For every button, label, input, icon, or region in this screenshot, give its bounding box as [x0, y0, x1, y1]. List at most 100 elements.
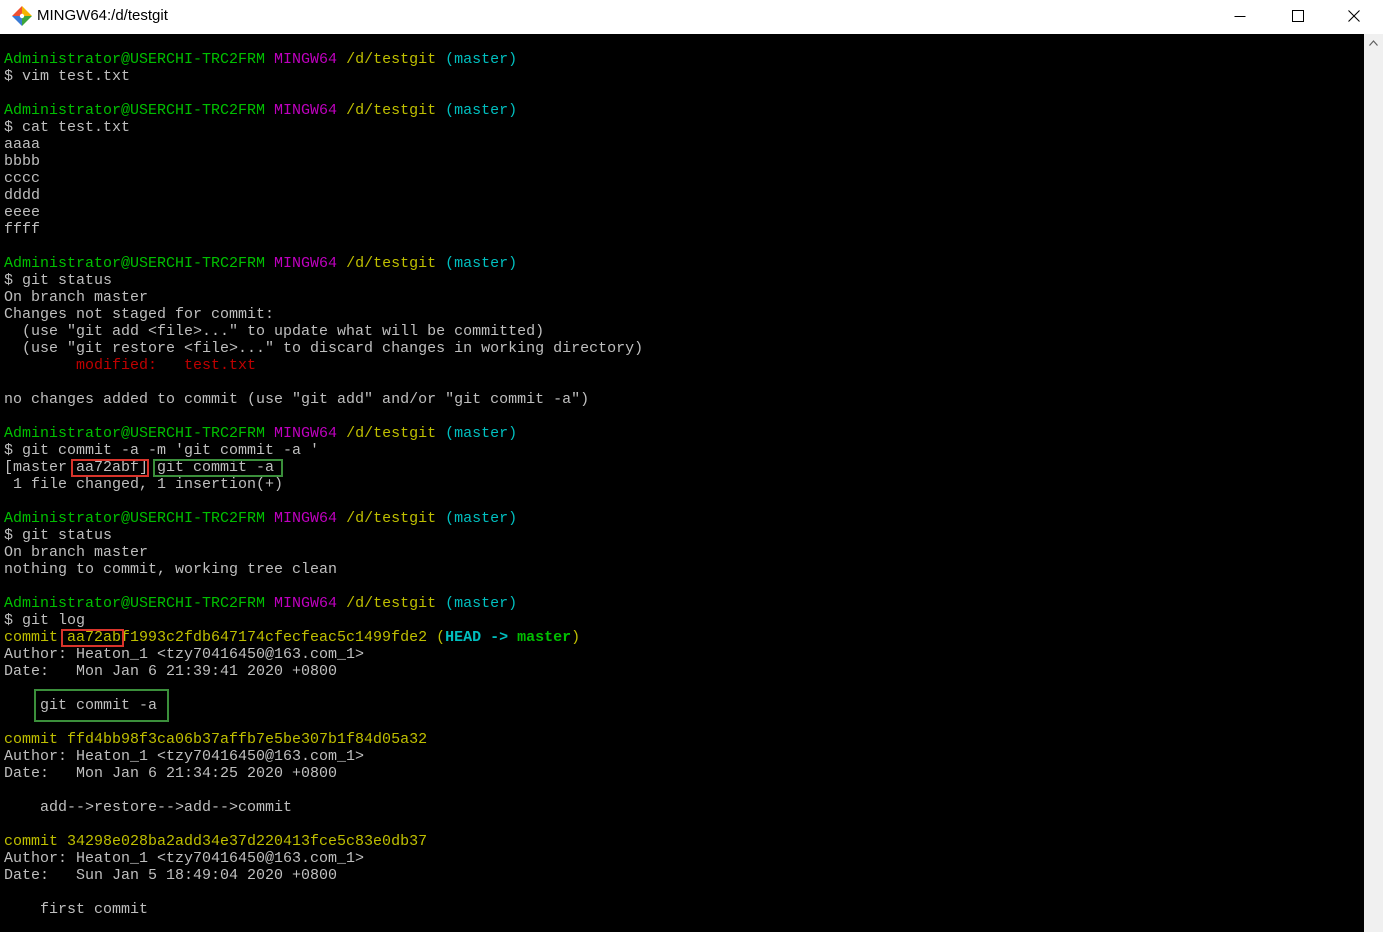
- terminal-line: On branch master: [4, 544, 643, 561]
- terminal-line: $ git commit -a -m 'git commit -a ': [4, 442, 643, 459]
- terminal-text-magenta: MINGW64: [265, 595, 338, 612]
- terminal-text-yellow: commit ffd4bb98f3ca06b37affb7e5be307b1f8…: [4, 731, 428, 748]
- terminal-text-yellow: commit 34298e028ba2add34e37d220413fce5c8…: [4, 833, 428, 850]
- terminal-text-default: aaaa: [4, 136, 41, 153]
- terminal-text-default: add-->restore-->add-->commit: [4, 799, 293, 816]
- terminal-line: [master aa72abf] git commit -a: [4, 459, 643, 476]
- terminal-text-cyan: HEAD ->: [445, 629, 518, 646]
- git-bash-icon[interactable]: [11, 5, 33, 27]
- terminal-text-yellow: ): [571, 629, 581, 646]
- terminal-text-default: nothing to commit, working tree clean: [4, 561, 338, 578]
- terminal-text-default: 1 file changed, 1 insertion(+): [4, 476, 284, 493]
- terminal-line: (use "git restore <file>..." to discard …: [4, 340, 643, 357]
- terminal-line: On branch master: [4, 289, 643, 306]
- close-button[interactable]: [1325, 0, 1383, 32]
- terminal-text-default: Changes not staged for commit:: [4, 306, 275, 323]
- terminal-text-yellow: /d/testgit: [337, 51, 437, 68]
- terminal-line: $ git log: [4, 612, 643, 629]
- terminal-text-default: first commit: [4, 901, 149, 918]
- terminal-line: $ cat test.txt: [4, 119, 643, 136]
- terminal-line: aaaa: [4, 136, 643, 153]
- terminal-line: Administrator@USERCHI-TRC2FRM MINGW64 /d…: [4, 595, 643, 612]
- terminal-line: first commit: [4, 901, 643, 918]
- terminal-text-default: $ git commit -a -m 'git commit -a ': [4, 442, 320, 459]
- terminal-text-default: cccc: [4, 170, 41, 187]
- terminal-line: nothing to commit, working tree clean: [4, 561, 643, 578]
- terminal-line: ffff: [4, 221, 643, 238]
- minimize-icon: [1234, 10, 1246, 22]
- chevron-up-icon: [1369, 39, 1378, 46]
- terminal-text-default: (use "git restore <file>..." to discard …: [4, 340, 644, 357]
- terminal-text-cyan: (master): [436, 255, 518, 272]
- terminal-text-default: [4, 357, 76, 374]
- scroll-up-button[interactable]: [1364, 34, 1383, 51]
- terminal-line: (use "git add <file>..." to update what …: [4, 323, 643, 340]
- terminal-text-default: (use "git add <file>..." to update what …: [4, 323, 545, 340]
- vertical-scrollbar[interactable]: [1364, 34, 1383, 932]
- terminal-text-cyan: (master): [436, 51, 518, 68]
- terminal-line: Administrator@USERCHI-TRC2FRM MINGW64 /d…: [4, 510, 643, 527]
- terminal-line: Date: Mon Jan 6 21:39:41 2020 +0800: [4, 663, 643, 680]
- terminal-text-magenta: MINGW64: [265, 255, 338, 272]
- terminal-text-green: master: [517, 629, 572, 646]
- terminal-line: commit 34298e028ba2add34e37d220413fce5c8…: [4, 833, 643, 850]
- terminal-line: commit ffd4bb98f3ca06b37affb7e5be307b1f8…: [4, 731, 643, 748]
- terminal-line: $ git status: [4, 272, 643, 289]
- terminal-line: no changes added to commit (use "git add…: [4, 391, 643, 408]
- window-title: MINGW64:/d/testgit: [37, 7, 168, 24]
- terminal-text-default: $ git status: [4, 527, 113, 544]
- maximize-button[interactable]: [1269, 0, 1327, 32]
- terminal-text-magenta: MINGW64: [265, 51, 338, 68]
- terminal-text-cyan: (master): [436, 595, 518, 612]
- terminal-text-default: On branch master: [4, 289, 149, 306]
- terminal-text-yellow: /d/testgit: [337, 595, 437, 612]
- terminal-line: Administrator@USERCHI-TRC2FRM MINGW64 /d…: [4, 255, 643, 272]
- terminal-line: cccc: [4, 170, 643, 187]
- terminal-screen[interactable]: Administrator@USERCHI-TRC2FRM MINGW64 /d…: [0, 34, 1364, 932]
- terminal-text-yellow: /d/testgit: [337, 510, 437, 527]
- title-bar[interactable]: MINGW64:/d/testgit: [0, 0, 1383, 34]
- terminal-line: Administrator@USERCHI-TRC2FRM MINGW64 /d…: [4, 102, 643, 119]
- terminal-line: Administrator@USERCHI-TRC2FRM MINGW64 /d…: [4, 51, 643, 68]
- minimize-button[interactable]: [1211, 0, 1269, 32]
- close-icon: [1348, 10, 1360, 22]
- terminal-line: Administrator@USERCHI-TRC2FRM MINGW64 /d…: [4, 425, 643, 442]
- terminal-text-default: git commit -a: [4, 697, 158, 714]
- terminal-text-default: Date: Mon Jan 6 21:39:41 2020 +0800: [4, 663, 338, 680]
- terminal-text-green: Administrator@USERCHI-TRC2FRM: [4, 51, 266, 68]
- terminal-text-default: ffff: [4, 221, 41, 238]
- terminal-line: Author: Heaton_1 <tzy70416450@163.com_1>: [4, 850, 643, 867]
- terminal-text-yellow: /d/testgit: [337, 102, 437, 119]
- terminal-text-default: On branch master: [4, 544, 149, 561]
- terminal-text-red: modified: test.txt: [76, 357, 257, 374]
- terminal-line: 1 file changed, 1 insertion(+): [4, 476, 643, 493]
- terminal-text-default: [master aa72abf] git commit -a: [4, 459, 275, 476]
- terminal-text-yellow: /d/testgit: [337, 255, 437, 272]
- terminal-line: Changes not staged for commit:: [4, 306, 643, 323]
- terminal-text-magenta: MINGW64: [265, 102, 338, 119]
- terminal-text-default: no changes added to commit (use "git add…: [4, 391, 590, 408]
- terminal-text-yellow: /d/testgit: [337, 425, 437, 442]
- terminal-text-default: Date: Sun Jan 5 18:49:04 2020 +0800: [4, 867, 338, 884]
- terminal-text-default: $ git status: [4, 272, 113, 289]
- terminal-line: add-->restore-->add-->commit: [4, 799, 643, 816]
- terminal-text-cyan: (master): [436, 102, 518, 119]
- terminal-text-green: Administrator@USERCHI-TRC2FRM: [4, 102, 266, 119]
- terminal-line: $ vim test.txt: [4, 68, 643, 85]
- terminal-output: Administrator@USERCHI-TRC2FRM MINGW64 /d…: [4, 51, 643, 918]
- terminal-text-default: $ vim test.txt: [4, 68, 131, 85]
- terminal-line: Author: Heaton_1 <tzy70416450@163.com_1>: [4, 748, 643, 765]
- terminal-line: eeee: [4, 204, 643, 221]
- terminal-text-magenta: MINGW64: [265, 425, 338, 442]
- terminal-line: bbbb: [4, 153, 643, 170]
- terminal-text-green: Administrator@USERCHI-TRC2FRM: [4, 255, 266, 272]
- terminal-line: commit aa72abf1993c2fdb647174cfecfeac5c1…: [4, 629, 643, 646]
